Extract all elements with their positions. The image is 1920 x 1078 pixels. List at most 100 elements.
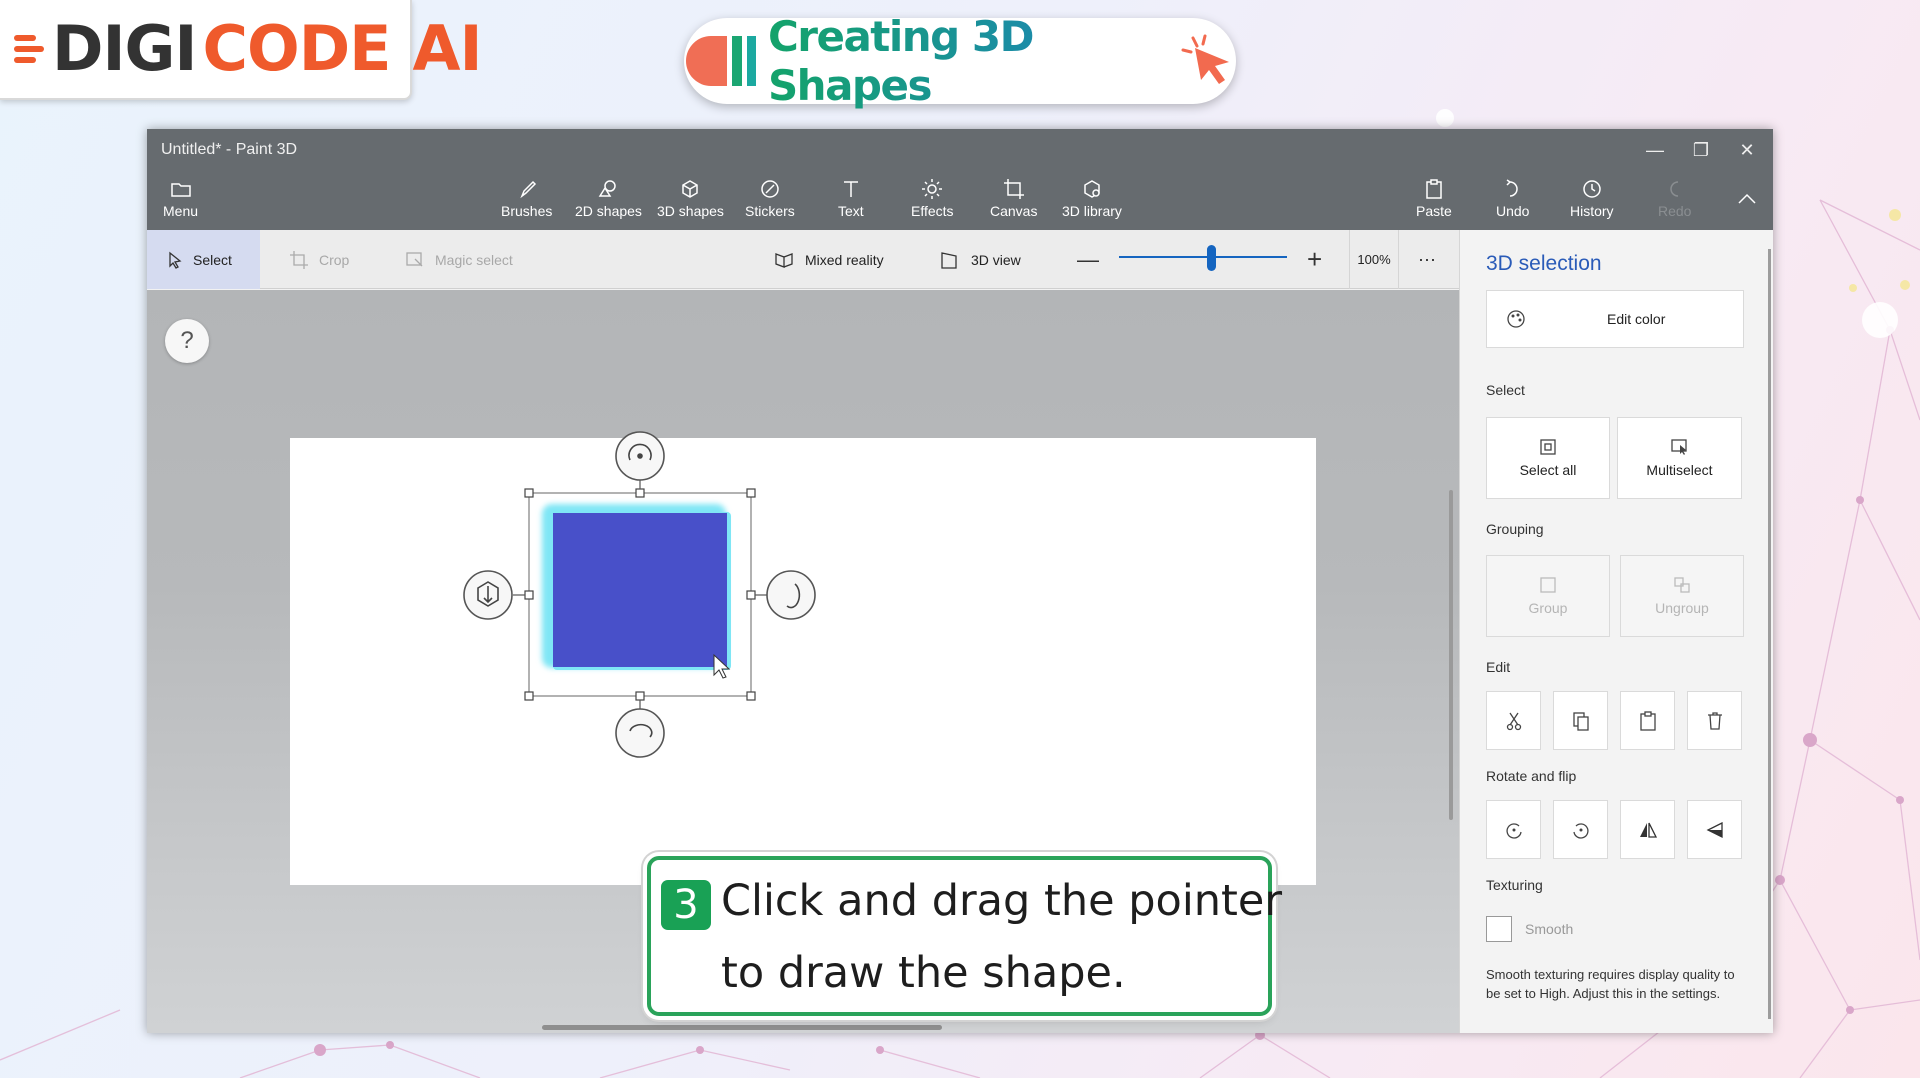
cut-button[interactable]	[1486, 691, 1541, 750]
crop-label: Crop	[319, 251, 350, 268]
tool-2d-shapes[interactable]: 2D shapes	[575, 171, 642, 230]
resize-handle-bottom[interactable]	[635, 691, 645, 701]
tool-label: 2D shapes	[575, 203, 642, 219]
tool-3d-shapes[interactable]: 3D shapes	[657, 171, 724, 230]
canvas-icon	[1003, 177, 1025, 201]
scissors-icon	[1506, 712, 1521, 730]
tool-label: Text	[838, 203, 864, 219]
flip-vertical-button[interactable]	[1687, 800, 1742, 859]
tool-stickers[interactable]: Stickers	[745, 171, 795, 230]
smooth-note: Smooth texturing requires display qualit…	[1486, 967, 1735, 1001]
resize-handle-top-right[interactable]	[746, 488, 756, 498]
folder-icon	[170, 177, 192, 201]
shapes-2d-icon	[597, 177, 619, 201]
tool-brushes[interactable]: Brushes	[501, 171, 552, 230]
smooth-checkbox[interactable]	[1486, 916, 1512, 942]
tool-label: 3D library	[1062, 203, 1122, 219]
more-options-button[interactable]: ···	[1418, 230, 1436, 289]
horizontal-scrollbar[interactable]	[542, 1025, 942, 1030]
panel-title: 3D selection	[1486, 252, 1602, 275]
redo-label: Redo	[1658, 203, 1692, 219]
resize-handle-top-left[interactable]	[524, 488, 534, 498]
tool-3d-library[interactable]: 3D library	[1062, 171, 1122, 230]
palette-icon	[1507, 310, 1525, 328]
ribbon: Menu Brushes 2D shapes 3D shapes Sticker…	[147, 171, 1773, 230]
resize-handle-bottom-right[interactable]	[746, 691, 756, 701]
3d-view-button[interactable]: 3D view	[939, 230, 1021, 289]
zoom-slider-thumb[interactable]	[1207, 245, 1217, 271]
flip-horizontal-button[interactable]	[1620, 800, 1675, 859]
sticker-icon	[759, 177, 781, 201]
history-button[interactable]: History	[1570, 171, 1614, 230]
lesson-title-banner: Creating 3D Shapes	[684, 12, 1236, 110]
edit-section-label: Edit	[1486, 659, 1511, 675]
instruction-line-1: Click and drag the pointer	[721, 876, 1283, 926]
instruction-callout: 3 Click and drag the pointer to draw the…	[647, 856, 1282, 1016]
rotate-y-handle[interactable]	[766, 570, 816, 620]
tool-text[interactable]: Text	[838, 171, 864, 230]
zoom-out-button[interactable]: —	[1077, 230, 1099, 289]
tool-canvas[interactable]: Canvas	[990, 171, 1037, 230]
zoom-slider-track[interactable]	[1119, 256, 1287, 258]
tool-effects[interactable]: Effects	[911, 171, 954, 230]
redo-icon	[1664, 177, 1686, 201]
copy-icon	[1572, 711, 1589, 731]
lesson-title: Creating 3D Shapes	[768, 12, 1175, 110]
digicode-logo: DIGI CODE AI	[0, 0, 483, 100]
pointer-click-icon	[1181, 34, 1229, 84]
paste-label: Paste	[1416, 203, 1452, 219]
edit-color-button[interactable]: Edit color	[1486, 290, 1744, 348]
panel-scrollbar[interactable]	[1768, 249, 1771, 1019]
select-label: Select	[193, 251, 232, 268]
ungroup-button[interactable]: Ungroup	[1620, 555, 1744, 637]
crop-tool[interactable]: Crop	[289, 230, 349, 289]
zoom-in-button[interactable]: +	[1307, 230, 1322, 289]
cube-icon	[679, 177, 701, 201]
zoom-value: 100%	[1357, 252, 1391, 267]
paste-panel-button[interactable]	[1620, 691, 1675, 750]
resize-handle-bottom-left[interactable]	[524, 691, 534, 701]
logo-text-ai: AI	[412, 12, 483, 85]
multiselect-label: Multiselect	[1646, 462, 1713, 478]
texturing-section-label: Texturing	[1486, 877, 1543, 893]
instruction-line-2: to draw the shape.	[721, 948, 1126, 998]
undo-button[interactable]: Undo	[1496, 171, 1529, 230]
rotate-left-icon	[1506, 822, 1522, 839]
redo-button[interactable]: Redo	[1658, 171, 1691, 230]
grouping-section-label: Grouping	[1486, 521, 1544, 537]
rotate-left-button[interactable]	[1486, 800, 1541, 859]
chevron-up-icon	[1737, 187, 1757, 211]
banner-bar-teal	[746, 36, 756, 86]
group-icon	[1540, 577, 1556, 593]
select-tool[interactable]: Select	[147, 230, 260, 289]
banner-bar-green	[731, 36, 742, 86]
group-label: Group	[1528, 600, 1568, 616]
resize-handle-top[interactable]	[635, 488, 645, 498]
magic-select-label: Magic select	[435, 251, 513, 268]
3d-view-icon	[941, 251, 957, 269]
3d-cube-shape[interactable]	[553, 513, 727, 667]
select-all-button[interactable]: Select all	[1486, 417, 1610, 499]
collapse-ribbon-button[interactable]	[1737, 171, 1757, 230]
magic-select-tool[interactable]: Magic select	[405, 230, 513, 289]
rotate-right-button[interactable]	[1553, 800, 1608, 859]
zoom-percentage[interactable]: 100%	[1349, 230, 1399, 289]
mixed-reality-button[interactable]: Mixed reality	[773, 230, 884, 289]
resize-handle-left[interactable]	[524, 590, 534, 600]
edit-color-label: Edit color	[1607, 311, 1666, 327]
group-button[interactable]: Group	[1486, 555, 1610, 637]
menu-button[interactable]: Menu	[163, 171, 198, 230]
close-button[interactable]: ✕	[1719, 129, 1775, 171]
paste-button[interactable]: Paste	[1416, 171, 1452, 230]
multiselect-button[interactable]: Multiselect	[1617, 417, 1742, 499]
resize-handle-right[interactable]	[746, 590, 756, 600]
menu-label: Menu	[163, 203, 199, 219]
rotate-section-label: Rotate and flip	[1486, 768, 1577, 784]
delete-button[interactable]	[1687, 691, 1742, 750]
magic-select-icon	[406, 251, 423, 266]
copy-button[interactable]	[1553, 691, 1608, 750]
rotate-z-handle[interactable]	[615, 708, 665, 758]
ungroup-label: Ungroup	[1655, 600, 1709, 616]
vertical-scrollbar[interactable]	[1449, 490, 1453, 820]
smooth-label: Smooth	[1525, 921, 1574, 937]
